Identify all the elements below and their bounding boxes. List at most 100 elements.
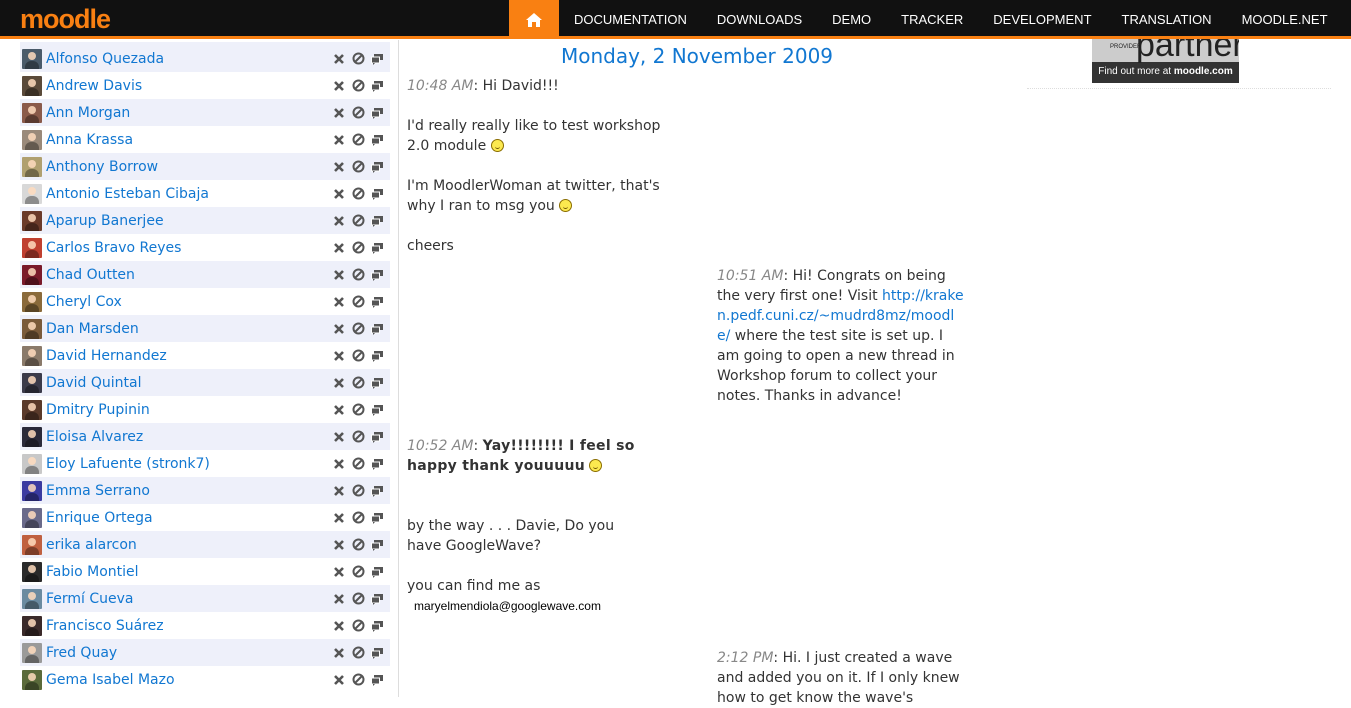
remove-icon[interactable]: [332, 403, 346, 417]
remove-icon[interactable]: [332, 322, 346, 336]
remove-icon[interactable]: [332, 646, 346, 660]
block-icon[interactable]: [351, 646, 365, 660]
message-icon[interactable]: [370, 376, 384, 390]
message-icon[interactable]: [370, 484, 384, 498]
message-icon[interactable]: [370, 79, 384, 93]
nav-search-button[interactable]: [1343, 0, 1351, 39]
user-name-link[interactable]: Andrew Davis: [46, 78, 332, 94]
avatar[interactable]: [22, 615, 42, 636]
remove-icon[interactable]: [332, 79, 346, 93]
user-name-link[interactable]: Antonio Esteban Cibaja: [46, 186, 332, 202]
avatar[interactable]: [22, 210, 42, 231]
message-icon[interactable]: [370, 322, 384, 336]
remove-icon[interactable]: [332, 214, 346, 228]
block-icon[interactable]: [351, 106, 365, 120]
block-icon[interactable]: [351, 79, 365, 93]
avatar[interactable]: [22, 183, 42, 204]
user-name-link[interactable]: Chad Outten: [46, 267, 332, 283]
message-icon[interactable]: [370, 214, 384, 228]
message-icon[interactable]: [370, 430, 384, 444]
avatar[interactable]: [22, 237, 42, 258]
message-icon[interactable]: [370, 538, 384, 552]
remove-icon[interactable]: [332, 619, 346, 633]
user-name-link[interactable]: Fermí Cueva: [46, 591, 332, 607]
avatar[interactable]: [22, 426, 42, 447]
block-icon[interactable]: [351, 619, 365, 633]
user-name-link[interactable]: Emma Serrano: [46, 483, 332, 499]
user-name-link[interactable]: Anna Krassa: [46, 132, 332, 148]
nav-tracker[interactable]: TRACKER: [886, 0, 978, 39]
user-name-link[interactable]: Dmitry Pupinin: [46, 402, 332, 418]
block-icon[interactable]: [351, 214, 365, 228]
message-icon[interactable]: [370, 673, 384, 687]
user-name-link[interactable]: Ann Morgan: [46, 105, 332, 121]
block-icon[interactable]: [351, 565, 365, 579]
message-icon[interactable]: [370, 619, 384, 633]
user-name-link[interactable]: Dan Marsden: [46, 321, 332, 337]
nav-moodle-net[interactable]: MOODLE.NET: [1227, 0, 1343, 39]
block-icon[interactable]: [351, 376, 365, 390]
remove-icon[interactable]: [332, 187, 346, 201]
remove-icon[interactable]: [332, 592, 346, 606]
user-name-link[interactable]: Francisco Suárez: [46, 618, 332, 634]
message-icon[interactable]: [370, 241, 384, 255]
avatar[interactable]: [22, 561, 42, 582]
avatar[interactable]: [22, 75, 42, 96]
user-name-link[interactable]: erika alarcon: [46, 537, 332, 553]
remove-icon[interactable]: [332, 538, 346, 552]
avatar[interactable]: [22, 669, 42, 690]
remove-icon[interactable]: [332, 484, 346, 498]
remove-icon[interactable]: [332, 52, 346, 66]
remove-icon[interactable]: [332, 160, 346, 174]
message-icon[interactable]: [370, 268, 384, 282]
message-icon[interactable]: [370, 403, 384, 417]
block-icon[interactable]: [351, 538, 365, 552]
user-name-link[interactable]: David Quintal: [46, 375, 332, 391]
user-name-link[interactable]: Alfonso Quezada: [46, 51, 332, 67]
block-icon[interactable]: [351, 241, 365, 255]
remove-icon[interactable]: [332, 376, 346, 390]
user-name-link[interactable]: Fred Quay: [46, 645, 332, 661]
message-icon[interactable]: [370, 52, 384, 66]
moodle-logo[interactable]: moodle: [20, 5, 111, 33]
nav-documentation[interactable]: DOCUMENTATION: [559, 0, 702, 39]
remove-icon[interactable]: [332, 241, 346, 255]
message-icon[interactable]: [370, 457, 384, 471]
user-name-link[interactable]: Gema Isabel Mazo: [46, 672, 332, 688]
avatar[interactable]: [22, 345, 42, 366]
message-icon[interactable]: [370, 106, 384, 120]
avatar[interactable]: [22, 102, 42, 123]
block-icon[interactable]: [351, 403, 365, 417]
avatar[interactable]: [22, 129, 42, 150]
remove-icon[interactable]: [332, 673, 346, 687]
block-icon[interactable]: [351, 592, 365, 606]
avatar[interactable]: [22, 453, 42, 474]
block-icon[interactable]: [351, 187, 365, 201]
block-icon[interactable]: [351, 673, 365, 687]
user-name-link[interactable]: David Hernandez: [46, 348, 332, 364]
block-icon[interactable]: [351, 133, 365, 147]
avatar[interactable]: [22, 642, 42, 663]
nav-home-button[interactable]: [509, 0, 559, 39]
avatar[interactable]: [22, 291, 42, 312]
user-name-link[interactable]: Anthony Borrow: [46, 159, 332, 175]
remove-icon[interactable]: [332, 457, 346, 471]
remove-icon[interactable]: [332, 430, 346, 444]
avatar[interactable]: [22, 156, 42, 177]
message-icon[interactable]: [370, 349, 384, 363]
block-icon[interactable]: [351, 484, 365, 498]
nav-demo[interactable]: DEMO: [817, 0, 886, 39]
avatar[interactable]: [22, 264, 42, 285]
remove-icon[interactable]: [332, 268, 346, 282]
avatar[interactable]: [22, 399, 42, 420]
message-icon[interactable]: [370, 160, 384, 174]
user-name-link[interactable]: Enrique Ortega: [46, 510, 332, 526]
message-icon[interactable]: [370, 565, 384, 579]
block-icon[interactable]: [351, 349, 365, 363]
user-name-link[interactable]: Eloisa Alvarez: [46, 429, 332, 445]
nav-translation[interactable]: TRANSLATION: [1107, 0, 1227, 39]
block-icon[interactable]: [351, 322, 365, 336]
user-name-link[interactable]: Fabio Montiel: [46, 564, 332, 580]
block-icon[interactable]: [351, 430, 365, 444]
user-name-link[interactable]: Cheryl Cox: [46, 294, 332, 310]
